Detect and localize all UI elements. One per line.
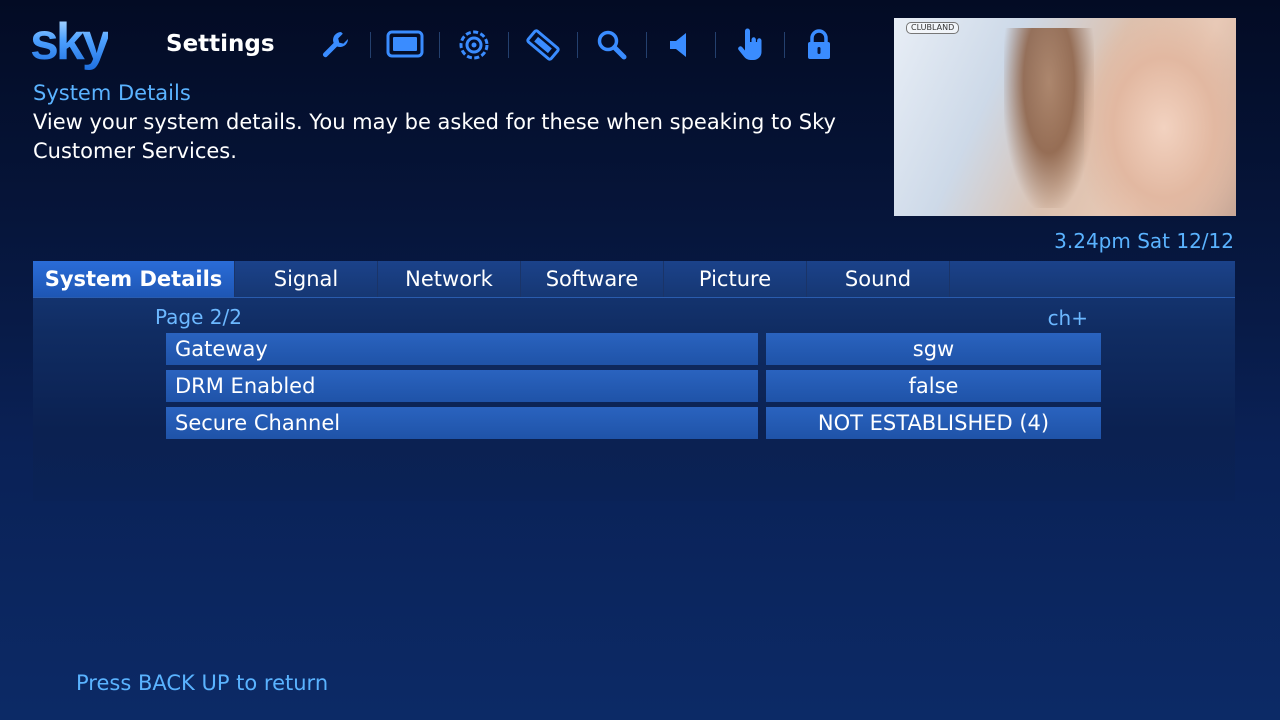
tab-sound[interactable]: Sound: [807, 261, 950, 297]
tab-system-details[interactable]: System Details: [33, 261, 235, 297]
table-row[interactable]: Gateway sgw: [166, 333, 1101, 365]
next-page-hint: ch+: [1047, 306, 1088, 330]
tab-signal[interactable]: Signal: [235, 261, 378, 297]
back-hint: Press BACK UP to return: [76, 671, 329, 695]
tab-software[interactable]: Software: [521, 261, 664, 297]
table-row[interactable]: Secure Channel NOT ESTABLISHED (4): [166, 407, 1101, 439]
tab-bar: System Details Signal Network Software P…: [33, 261, 1235, 298]
row-label: Secure Channel: [166, 407, 758, 439]
search-icon[interactable]: [589, 22, 635, 68]
row-value: sgw: [766, 333, 1101, 365]
tab-picture[interactable]: Picture: [664, 261, 807, 297]
row-label: Gateway: [166, 333, 758, 365]
row-label: DRM Enabled: [166, 370, 758, 402]
details-panel: System Details Signal Network Software P…: [33, 261, 1235, 501]
speaker-icon[interactable]: [658, 22, 704, 68]
row-value: false: [766, 370, 1101, 402]
table-row[interactable]: DRM Enabled false: [166, 370, 1101, 402]
row-value: NOT ESTABLISHED (4): [766, 407, 1101, 439]
channel-bug: CLUBLAND: [906, 22, 960, 34]
ticket-tag-icon[interactable]: [520, 22, 566, 68]
tv-screen-icon[interactable]: [382, 22, 428, 68]
clock: 3.24pm Sat 12/12: [1054, 229, 1234, 253]
hand-pointer-icon[interactable]: [727, 22, 773, 68]
section-description: View your system details. You may be ask…: [33, 110, 836, 163]
live-tv-preview: CLUBLAND: [894, 18, 1236, 216]
details-table: Gateway sgw DRM Enabled false Secure Cha…: [166, 333, 1101, 444]
gear-ring-icon[interactable]: [451, 22, 497, 68]
sky-logo: sky: [30, 13, 111, 71]
lock-icon[interactable]: [796, 22, 842, 68]
section-title: System Details: [33, 81, 191, 105]
screen-title: Settings: [166, 31, 275, 57]
page-indicator: Page 2/2: [155, 305, 242, 329]
wrench-icon[interactable]: [313, 22, 359, 68]
settings-icon-bar: [313, 22, 842, 68]
tab-network[interactable]: Network: [378, 261, 521, 297]
